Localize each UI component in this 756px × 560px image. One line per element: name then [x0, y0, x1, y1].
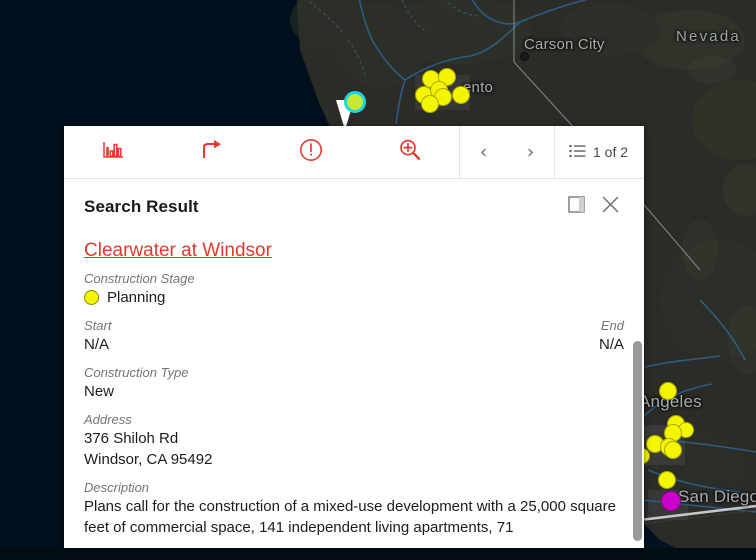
- map-marker-selected[interactable]: [344, 91, 366, 113]
- dock-panel-button[interactable]: [559, 192, 593, 222]
- construction-type-value: New: [84, 383, 115, 400]
- popup-header: Search Result: [64, 179, 644, 231]
- chart-icon: [102, 140, 124, 165]
- construction-stage-swatch-icon: [84, 290, 99, 305]
- start-value: N/A: [84, 336, 110, 353]
- end-label: End: [600, 318, 624, 333]
- list-icon: [569, 144, 586, 161]
- feature-title-link[interactable]: Clearwater at Windsor: [84, 240, 272, 262]
- feature-count-label: 1 of 2: [593, 144, 629, 160]
- map-marker-project[interactable]: [452, 86, 470, 104]
- report-button[interactable]: [262, 126, 361, 178]
- popup-content: Clearwater at Windsor Construction Stage…: [64, 231, 644, 548]
- map-marker-project[interactable]: [659, 382, 677, 400]
- field-construction-stage: Construction Stage Planning: [84, 271, 624, 308]
- chevron-right-icon: ›: [526, 140, 535, 163]
- field-start-end: Start N/A End N/A: [84, 318, 624, 355]
- popup-scrollbar-thumb[interactable]: [633, 341, 642, 541]
- map-city-dot-carson-city: [520, 52, 529, 61]
- popup-pager: ‹ › 1 of 2: [459, 126, 644, 178]
- close-popup-button[interactable]: [593, 192, 627, 222]
- field-end: End N/A: [599, 318, 624, 355]
- map-marker-project[interactable]: [664, 441, 682, 459]
- directions-button[interactable]: [163, 126, 262, 178]
- end-value: N/A: [598, 336, 624, 353]
- popup-title: Search Result: [84, 197, 199, 216]
- feature-list-button[interactable]: 1 of 2: [554, 126, 644, 178]
- field-start: Start N/A: [84, 318, 111, 355]
- feature-popup: ‹ › 1 of 2 Search Result Clearwater at W…: [64, 126, 644, 548]
- chart-button[interactable]: [64, 126, 163, 178]
- construction-type-label: Construction Type: [84, 365, 189, 380]
- start-label: Start: [84, 318, 112, 333]
- exclamation-circle-icon: [299, 138, 323, 167]
- field-address: Address 376 Shiloh Rd Windsor, CA 95492: [84, 412, 624, 470]
- previous-feature-button[interactable]: ‹: [460, 126, 507, 178]
- close-icon: [601, 195, 620, 219]
- map-marker-project[interactable]: [421, 95, 439, 113]
- chevron-left-icon: ‹: [479, 140, 488, 163]
- field-construction-type: Construction Type New: [84, 365, 624, 402]
- zoom-in-magnifier-icon: [398, 138, 422, 167]
- zoom-to-button[interactable]: [360, 126, 459, 178]
- address-line-1: 376 Shiloh Rd: [84, 430, 179, 447]
- field-description: Description Plans call for the construct…: [84, 480, 624, 538]
- map-marker-project[interactable]: [658, 471, 676, 489]
- dock-panel-icon: [567, 196, 585, 218]
- construction-stage-label: Construction Stage: [84, 271, 195, 286]
- next-feature-button[interactable]: ›: [507, 126, 554, 178]
- description-value: Plans call for the construction of a mix…: [84, 498, 616, 536]
- address-label: Address: [84, 412, 132, 427]
- map-marker-project-selected-category[interactable]: [661, 491, 681, 511]
- directions-arrow-icon: [200, 139, 224, 166]
- construction-stage-value: Planning: [107, 289, 166, 306]
- popup-actions-toolbar: ‹ › 1 of 2: [64, 126, 644, 179]
- address-line-2: Windsor, CA 95492: [84, 451, 213, 468]
- map-bottom-strip: [0, 548, 756, 560]
- description-label: Description: [84, 480, 150, 495]
